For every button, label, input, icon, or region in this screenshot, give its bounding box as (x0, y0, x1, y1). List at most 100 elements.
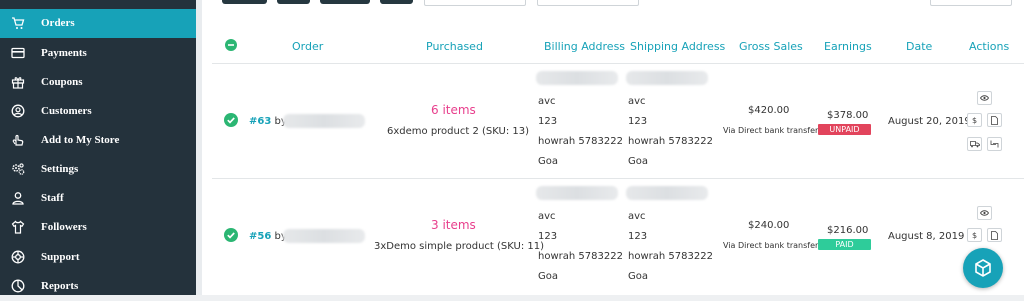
items-count-link[interactable]: 3 items (431, 218, 476, 232)
sidebar-item-add-to-my-store[interactable]: Add to My Store (0, 126, 196, 155)
redacted-shipping-name (626, 71, 708, 85)
billing-line: Goa (538, 156, 558, 167)
toolbar-button[interactable] (380, 0, 413, 4)
floating-action-button[interactable] (963, 248, 1003, 288)
product-line: 3xDemo simple product (SKU: 11) (374, 241, 545, 252)
cube-icon (975, 259, 991, 277)
pdf-icon (991, 115, 998, 125)
column-header-purchased[interactable]: Purchased (426, 40, 483, 53)
sidebar-item-staff[interactable]: Staff (0, 184, 196, 213)
column-header-shipping[interactable]: Shipping Address (630, 40, 725, 53)
invoice-action[interactable] (987, 228, 1002, 242)
gross-sales-value: $420.00 (748, 105, 790, 116)
dollar-icon: $ (971, 115, 978, 125)
sidebar-item-orders[interactable]: Orders (0, 9, 196, 38)
items-count-link[interactable]: 6 items (431, 103, 476, 117)
check-circle-icon (224, 113, 238, 127)
refund-action[interactable] (987, 137, 1002, 151)
status-badge: PAID (818, 239, 871, 250)
shipment-action[interactable] (967, 137, 982, 151)
column-header-actions: Actions (969, 40, 1010, 53)
pdf-icon (991, 230, 998, 240)
invoice-action[interactable] (987, 113, 1002, 127)
sidebar-item-label: Staff (41, 192, 64, 204)
truck-icon (969, 140, 980, 147)
filter-select[interactable] (930, 0, 1012, 6)
divider (212, 63, 1024, 64)
toolbar-button[interactable] (222, 0, 267, 4)
view-action[interactable] (977, 206, 992, 220)
status-badge: UNPAID (818, 124, 871, 135)
billing-line: 123 (538, 231, 558, 242)
sidebar-item-label: Customers (41, 105, 92, 117)
filter-select[interactable] (424, 0, 526, 6)
order-date: August 20, 2019 (888, 116, 971, 127)
shirt-icon (11, 220, 25, 234)
sidebar-item-label: Reports (41, 280, 79, 292)
sidebar: Orders Payments Coupons Customers Add to… (0, 0, 196, 295)
toolbar-button[interactable] (320, 0, 370, 4)
sidebar-item-label: Settings (41, 163, 79, 175)
sidebar-item-label: Support (41, 251, 80, 263)
user-icon (12, 192, 24, 205)
retweet-icon (990, 140, 999, 148)
column-header-date[interactable]: Date (906, 40, 932, 53)
shipping-line: 123 (628, 116, 648, 127)
filter-select[interactable] (537, 0, 639, 6)
gift-icon (11, 77, 25, 89)
sidebar-item-coupons[interactable]: Coupons (0, 68, 196, 97)
column-header-earnings[interactable]: Earnings (824, 40, 872, 53)
redacted-customer-name (283, 229, 365, 243)
shipping-line: Goa (628, 271, 648, 282)
sidebar-item-label: Followers (41, 221, 87, 233)
order-link[interactable]: #63 (249, 116, 271, 127)
pie-chart-icon (11, 279, 25, 293)
check-circle-icon (224, 228, 238, 242)
sidebar-item-label: Payments (41, 47, 87, 59)
cogs-icon (12, 163, 25, 175)
eye-icon (980, 210, 989, 216)
shipping-line: howrah 5783222 (628, 136, 713, 147)
shipping-line: Goa (628, 156, 648, 167)
redacted-billing-name (536, 186, 618, 200)
toolbar-button[interactable] (277, 0, 310, 4)
sidebar-item-customers[interactable]: Customers (0, 97, 196, 126)
sidebar-item-settings[interactable]: Settings (0, 155, 196, 184)
order-date: August 8, 2019 (888, 231, 965, 242)
billing-line: Goa (538, 271, 558, 282)
shipping-line: avc (628, 96, 646, 107)
billing-line: 123 (538, 116, 558, 127)
column-header-order[interactable]: Order (292, 40, 323, 53)
payment-method: Via Direct bank transfer (723, 126, 819, 135)
redacted-customer-name (283, 114, 365, 128)
sidebar-item-label: Orders (41, 17, 75, 29)
shipping-line: avc (628, 211, 646, 222)
credit-card-icon (11, 47, 25, 59)
eye-icon (980, 95, 989, 101)
cart-icon (12, 17, 25, 29)
user-circle-icon (11, 104, 25, 118)
column-header-billing[interactable]: Billing Address (544, 40, 625, 53)
shipping-line: howrah 5783222 (628, 251, 713, 262)
shipping-line: 123 (628, 231, 648, 242)
sidebar-item-followers[interactable]: Followers (0, 213, 196, 242)
sidebar-item-reports[interactable]: Reports (0, 272, 196, 301)
view-action[interactable] (977, 91, 992, 105)
redacted-shipping-name (626, 186, 708, 200)
billing-line: avc (538, 96, 556, 107)
sidebar-item-support[interactable]: Support (0, 243, 196, 272)
payment-action[interactable]: $ (967, 113, 982, 127)
payment-action[interactable]: $ (967, 228, 982, 242)
sidebar-item-label: Add to My Store (41, 134, 120, 146)
hand-pointer-icon (12, 134, 24, 146)
sidebar-item-label: Coupons (41, 76, 83, 88)
column-header-gross-sales[interactable]: Gross Sales (739, 40, 803, 53)
gross-sales-value: $240.00 (748, 220, 790, 231)
order-link[interactable]: #56 (249, 231, 271, 242)
earnings-value: $216.00 (827, 225, 869, 236)
select-all-toggle-icon[interactable] (225, 39, 237, 51)
sidebar-item-payments[interactable]: Payments (0, 39, 196, 68)
redacted-billing-name (536, 71, 618, 85)
dollar-icon: $ (971, 230, 978, 240)
billing-line: avc (538, 211, 556, 222)
